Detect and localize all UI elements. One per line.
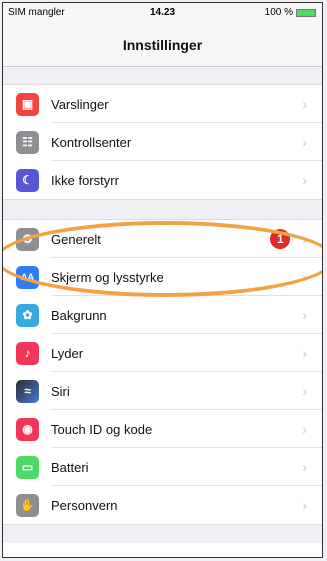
settings-row-skjerm-og-lysstyrke[interactable]: AA Skjerm og lysstyrke › — [3, 258, 322, 296]
settings-row-label: Varslinger — [51, 96, 109, 112]
settings-row-label: Skjerm og lysstyrke — [51, 269, 164, 285]
settings-row-bakgrunn[interactable]: ✿ Bakgrunn › — [3, 296, 322, 334]
phone-screen: SIM mangler 14.23 100 % Innstillinger ▣ … — [2, 2, 323, 558]
settings-row-varslinger[interactable]: ▣ Varslinger › — [3, 85, 322, 123]
battery-percent: 100 % — [264, 7, 293, 18]
notifications-icon: ▣ — [16, 92, 39, 116]
settings-row-label: Personvern — [51, 497, 118, 513]
siri-icon: ≈ — [16, 379, 39, 403]
battery-icon: ▭ — [16, 455, 39, 479]
chevron-right-icon: › — [302, 383, 307, 399]
chevron-right-icon: › — [302, 96, 307, 112]
chevron-right-icon: › — [302, 134, 307, 150]
settings-row-ikke-forstyrr[interactable]: ☾ Ikke forstyrr › — [3, 161, 322, 199]
settings-row-label: Siri — [51, 383, 70, 399]
settings-row-kontrollsenter[interactable]: ☷ Kontrollsenter › — [3, 123, 322, 161]
settings-row-generelt[interactable]: ⚙ Generelt 1 › — [3, 220, 322, 258]
gear-icon: ⚙ — [16, 227, 39, 251]
wallpaper-icon: ✿ — [16, 303, 39, 327]
settings-row-touch-id-og-kode[interactable]: ◉ Touch ID og kode › — [3, 410, 322, 448]
settings-row-personvern[interactable]: ✋ Personvern › — [3, 486, 322, 524]
settings-group-general: ⚙ Generelt 1 › AA Skjerm og lysstyrke › … — [3, 219, 322, 525]
moon-icon: ☾ — [16, 168, 39, 192]
settings-row-siri[interactable]: ≈ Siri › — [3, 372, 322, 410]
chevron-right-icon: › — [302, 172, 307, 188]
settings-row-label: Lyder — [51, 345, 84, 361]
chevron-right-icon: › — [302, 345, 307, 361]
settings-row-label: Batteri — [51, 459, 89, 475]
settings-group-notifications: ▣ Varslinger › ☷ Kontrollsenter › ☾ Ikke… — [3, 84, 322, 200]
settings-row-label: Touch ID og kode — [51, 421, 153, 437]
battery-indicator: 100 % — [265, 7, 316, 18]
settings-row-label: Bakgrunn — [51, 307, 107, 323]
notification-badge: 1 — [270, 229, 291, 249]
chevron-right-icon: › — [302, 497, 307, 513]
chevron-right-icon: › — [302, 421, 307, 437]
next-settings-group-partial — [3, 543, 322, 557]
sound-icon: ♪ — [16, 341, 39, 365]
display-icon: AA — [16, 265, 39, 289]
chevron-right-icon: › — [302, 459, 307, 475]
chevron-right-icon: › — [302, 307, 307, 323]
hand-icon: ✋ — [16, 493, 39, 517]
chevron-right-icon: › — [302, 269, 307, 285]
settings-row-lyder[interactable]: ♪ Lyder › — [3, 334, 322, 372]
control-center-icon: ☷ — [16, 130, 39, 154]
status-bar: SIM mangler 14.23 100 % — [3, 3, 322, 23]
fingerprint-icon: ◉ — [16, 417, 39, 441]
page-title: Innstillinger — [122, 36, 203, 53]
chevron-right-icon: › — [302, 231, 307, 247]
navigation-bar: Innstillinger — [3, 23, 322, 67]
settings-row-batteri[interactable]: ▭ Batteri › — [3, 448, 322, 486]
battery-icon — [296, 8, 316, 17]
settings-row-label: Kontrollsenter — [51, 134, 132, 150]
settings-row-label: Ikke forstyrr — [51, 172, 119, 188]
settings-row-label: Generelt — [51, 231, 101, 247]
